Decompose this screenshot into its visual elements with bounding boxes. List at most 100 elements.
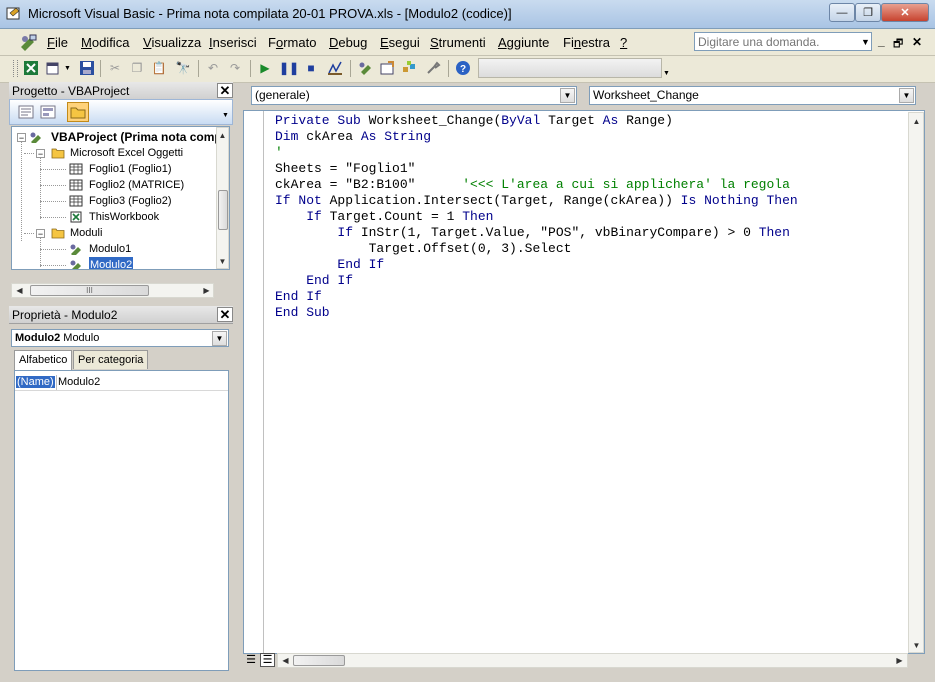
menu-inserisci[interactable]: Inserisci [209, 35, 257, 50]
collapse-root-icon[interactable]: − [17, 133, 26, 143]
tab-per-categoria[interactable]: Per categoria [73, 350, 149, 369]
tree-module-modulo1[interactable]: Modulo1 [89, 241, 131, 257]
procedure-view-icon[interactable]: ☰ [244, 653, 258, 667]
code-line[interactable]: End If [275, 257, 384, 273]
menu-strumenti[interactable]: Strumenti [430, 35, 486, 50]
menu-debug[interactable]: Debug [329, 35, 367, 50]
code-line[interactable]: End Sub [275, 305, 330, 321]
code-line[interactable]: Sheets = "Foglio1" [275, 161, 415, 177]
mdi-close-button[interactable]: ✕ [912, 35, 922, 49]
object-combo-dropdown-icon[interactable]: ▼ [560, 88, 575, 103]
property-value[interactable]: Modulo2 [58, 375, 100, 389]
properties-pane-header[interactable]: Proprietà - Modulo2 [9, 306, 233, 324]
menu-aggiunte[interactable]: Aggiunte [498, 35, 549, 50]
tree-thisworkbook[interactable]: ThisWorkbook [89, 209, 159, 225]
menu-visualizza[interactable]: Visualizza [143, 35, 201, 50]
code-horizontal-scrollbar[interactable]: ◀ ▶ [277, 653, 908, 668]
code-line[interactable]: If Target.Count = 1 Then [275, 209, 493, 225]
tree-hscroll-thumb[interactable]: III [30, 285, 149, 296]
code-line[interactable]: If InStr(1, Target.Value, "POS", vbBinar… [275, 225, 790, 241]
code-line[interactable]: Target.Offset(0, 3).Select [275, 241, 572, 257]
help-dropdown-arrow-icon[interactable]: ▼ [859, 32, 872, 51]
insert-userform-icon[interactable] [44, 59, 62, 77]
scroll-down-arrow-icon[interactable]: ▼ [216, 255, 229, 268]
full-module-view-icon[interactable]: ☰ [260, 653, 275, 667]
find-icon[interactable]: 🔭 [174, 59, 192, 77]
view-code-icon[interactable] [18, 104, 35, 120]
toggle-folders-button[interactable] [67, 102, 89, 122]
tree-horizontal-scrollbar[interactable]: ◀ III ▶ [11, 283, 214, 298]
code-line[interactable]: If Not Application.Intersect(Target, Ran… [275, 193, 798, 209]
tree-sheet-foglio2[interactable]: Foglio2 (MATRICE) [89, 177, 184, 193]
tree-root-vbaproject[interactable]: VBAProject (Prima nota comp [51, 129, 222, 145]
toolbar-options-arrow-icon[interactable]: ▼ [663, 70, 670, 77]
pause-icon[interactable]: ❚❚ [279, 59, 299, 77]
tab-alfabetico[interactable]: Alfabetico [14, 350, 73, 370]
code-hscroll-thumb[interactable] [293, 655, 345, 666]
scroll-up-arrow-icon[interactable]: ▲ [910, 115, 923, 128]
insert-dropdown-arrow-icon[interactable]: ▼ [64, 65, 71, 72]
collapse-excel-objects-icon[interactable]: − [36, 149, 45, 159]
toolbar-grip[interactable] [13, 60, 18, 77]
procedure-combo-dropdown-icon[interactable]: ▼ [899, 88, 914, 103]
title-bar[interactable]: Microsoft Visual Basic - Prima nota comp… [0, 0, 935, 29]
menu-modifica[interactable]: Modifica [81, 35, 129, 50]
procedure-combo[interactable]: Worksheet_Change ▼ [589, 86, 916, 105]
object-browser-icon[interactable] [400, 59, 418, 77]
help-icon[interactable]: ? [454, 59, 472, 77]
close-window-button[interactable]: ✕ [881, 3, 929, 22]
stop-icon[interactable]: ■ [302, 59, 320, 77]
vba-menu-icon[interactable] [18, 33, 38, 51]
code-margin-indicator-bar[interactable] [244, 111, 264, 653]
project-pane-close-button[interactable]: ✕ [217, 83, 233, 98]
code-vertical-scrollbar[interactable]: ▲ ▼ [908, 112, 924, 653]
tree-sheet-foglio3[interactable]: Foglio3 (Foglio2) [89, 193, 172, 209]
code-line[interactable]: ' [275, 145, 283, 161]
scroll-up-arrow-icon[interactable]: ▲ [216, 129, 229, 142]
project-toolbar-arrow-icon[interactable]: ▼ [222, 112, 229, 119]
project-explorer-icon[interactable] [356, 59, 374, 77]
scroll-down-arrow-icon[interactable]: ▼ [910, 639, 923, 652]
menu-esegui[interactable]: Esegui [380, 35, 420, 50]
restore-button[interactable]: ❐ [855, 3, 881, 22]
tree-excel-objects[interactable]: Microsoft Excel Oggetti [70, 145, 183, 161]
toolbox-icon[interactable] [424, 59, 442, 77]
code-line[interactable]: End If [275, 273, 353, 289]
scroll-right-arrow-icon[interactable]: ▶ [200, 284, 213, 297]
project-pane-header[interactable]: Progetto - VBAProject [9, 82, 233, 100]
properties-window-icon[interactable] [378, 59, 396, 77]
code-line[interactable]: Private Sub Worksheet_Change(ByVal Targe… [275, 113, 673, 129]
tree-modules-folder[interactable]: Moduli [70, 225, 102, 241]
excel-view-icon[interactable] [22, 59, 40, 77]
object-combo[interactable]: (generale) ▼ [251, 86, 577, 105]
cut-icon[interactable]: ✂ [106, 59, 124, 77]
code-line[interactable]: ckArea = "B2:B100" '<<< L'area a cui si … [275, 177, 790, 193]
code-line[interactable]: End If [275, 289, 322, 305]
menu-formato[interactable]: Formato [268, 35, 316, 50]
menu-help[interactable]: ? [620, 35, 627, 50]
menu-finestra[interactable]: Finestra [563, 35, 610, 50]
collapse-modules-icon[interactable]: − [36, 229, 45, 239]
help-question-input[interactable] [694, 32, 872, 51]
code-line[interactable]: Dim ckArea As String [275, 129, 431, 145]
properties-combo-dropdown-icon[interactable]: ▼ [212, 331, 227, 346]
tree-module-modulo2[interactable]: Modulo2 [87, 256, 135, 269]
design-mode-icon[interactable] [326, 59, 344, 77]
tree-vscroll-thumb[interactable] [218, 190, 228, 230]
redo-icon[interactable]: ↷ [226, 59, 244, 77]
properties-object-combo[interactable]: Modulo2 Modulo ▼ [11, 329, 229, 347]
scroll-left-arrow-icon[interactable]: ◀ [279, 654, 292, 667]
tree-vertical-scrollbar[interactable]: ▲ ▼ [216, 127, 229, 269]
undo-icon[interactable]: ↶ [204, 59, 222, 77]
copy-icon[interactable]: ❐ [128, 59, 146, 77]
mdi-restore-button[interactable]: 🗗 [893, 35, 903, 54]
paste-icon[interactable]: 📋 [150, 59, 168, 77]
project-tree[interactable]: − VBAProject (Prima nota comp − Microsof… [11, 126, 230, 270]
scroll-right-arrow-icon[interactable]: ▶ [893, 654, 906, 667]
tree-sheet-foglio1[interactable]: Foglio1 (Foglio1) [89, 161, 172, 177]
property-name-cell[interactable]: (Name) [15, 375, 56, 389]
mdi-minimize-button[interactable]: _ [878, 34, 885, 48]
save-icon[interactable] [78, 59, 96, 77]
view-object-icon[interactable] [40, 104, 57, 120]
run-icon[interactable]: ▶ [256, 59, 274, 77]
